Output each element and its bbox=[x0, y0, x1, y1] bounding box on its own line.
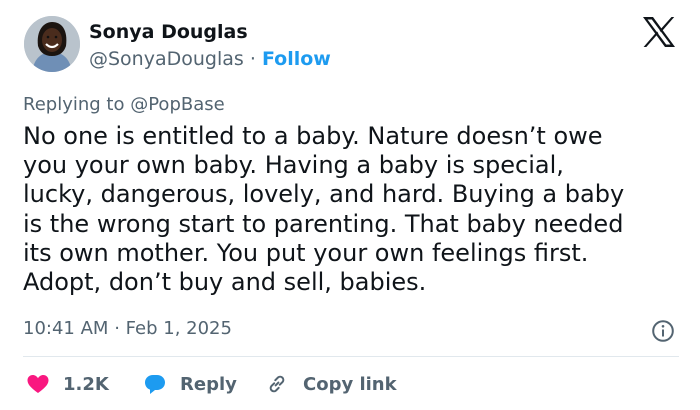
x-logo-icon[interactable] bbox=[641, 16, 677, 48]
tweet-date: Feb 1, 2025 bbox=[125, 318, 232, 339]
tweet-text-line: you your own baby. Having a baby is spec… bbox=[23, 151, 564, 180]
heart-icon bbox=[27, 375, 49, 393]
tweet-card: Sonya Douglas @SonyaDouglas · Follow Rep… bbox=[0, 0, 700, 410]
tweet-text-line: is the wrong start to parenting. That ba… bbox=[23, 209, 624, 238]
tweet-timestamp[interactable]: 10:41 AM · Feb 1, 2025 bbox=[23, 318, 232, 339]
reply-label: Reply bbox=[180, 373, 237, 395]
like-count: 1.2K bbox=[63, 373, 109, 395]
author-name[interactable]: Sonya Douglas bbox=[89, 21, 248, 43]
reply-bubble-icon bbox=[145, 375, 165, 394]
link-icon bbox=[269, 375, 285, 393]
copy-link-label: Copy link bbox=[303, 373, 397, 395]
action-bar: 1.2K Reply Copy link bbox=[0, 366, 700, 402]
tweet-time: 10:41 AM bbox=[23, 318, 109, 339]
like-button[interactable]: 1.2K bbox=[26, 366, 109, 402]
divider bbox=[23, 356, 679, 357]
author-handle[interactable]: @SonyaDouglas bbox=[89, 48, 244, 70]
replying-to-label: Replying to bbox=[23, 94, 125, 115]
info-icon[interactable] bbox=[651, 319, 675, 343]
replying-to: Replying to @PopBase bbox=[23, 94, 225, 115]
follow-button[interactable]: Follow bbox=[262, 48, 331, 70]
tweet-text-line: lucky, dangerous, lovely, and hard. Buyi… bbox=[23, 180, 625, 209]
timestamp-separator: · bbox=[114, 318, 120, 339]
replying-to-handle[interactable]: @PopBase bbox=[130, 94, 224, 115]
copy-link-button[interactable]: Copy link bbox=[265, 366, 397, 402]
tweet-text: No one is entitled to a baby. Nature doe… bbox=[23, 122, 683, 297]
tweet-text-line: its own mother. You put your own feeling… bbox=[23, 238, 589, 267]
reply-button[interactable]: Reply bbox=[143, 366, 237, 402]
tweet-text-line: Adopt, don’t buy and sell, babies. bbox=[23, 268, 427, 297]
avatar[interactable] bbox=[24, 16, 80, 72]
avatar-image bbox=[24, 16, 80, 72]
tweet-text-line: No one is entitled to a baby. Nature doe… bbox=[23, 122, 603, 150]
author-handle-row: @SonyaDouglas · Follow bbox=[89, 48, 331, 70]
handle-separator: · bbox=[249, 48, 256, 70]
